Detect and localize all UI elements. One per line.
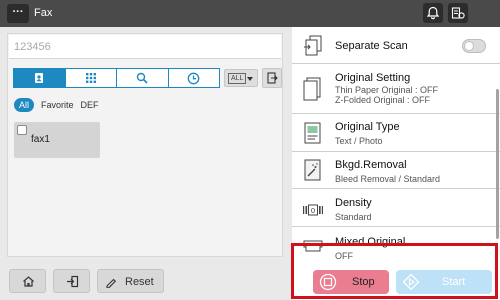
setting-bkgd-removal[interactable]: Bkgd.Removal Bleed Removal / Standard — [292, 152, 500, 189]
separate-scan-icon — [304, 35, 322, 56]
setting-title: Original Type — [335, 121, 400, 133]
start-icon — [402, 273, 420, 291]
dropdown-label: ALL — [228, 73, 247, 84]
start-button[interactable]: Start — [396, 270, 492, 294]
original-setting-icon — [303, 77, 321, 101]
menu-button[interactable]: ··· — [7, 4, 29, 23]
bell-icon[interactable] — [423, 3, 443, 23]
destination-name: fax1 — [31, 134, 50, 145]
reset-label: Reset — [125, 276, 154, 288]
tab-keypad[interactable] — [64, 69, 117, 87]
keypad-icon — [85, 73, 96, 83]
exit-button[interactable] — [53, 269, 90, 293]
svg-text:0: 0 — [311, 207, 315, 215]
toggle-knob — [464, 41, 474, 51]
filter-all[interactable]: All — [14, 98, 35, 112]
background-removal-icon — [304, 159, 321, 181]
setting-original-type[interactable]: Original Type Text / Photo — [292, 114, 500, 152]
register-destination-button[interactable] — [262, 68, 282, 88]
exit-icon — [67, 275, 79, 288]
start-label: Start — [442, 276, 466, 288]
register-destination-icon — [267, 72, 278, 84]
setting-detail: Text / Photo — [335, 136, 383, 146]
destination-tabs — [13, 68, 220, 88]
setting-original-setting[interactable]: Original Setting Thin Paper Original : O… — [292, 64, 500, 114]
address-book-icon — [35, 73, 44, 83]
original-type-icon — [304, 122, 321, 144]
setting-title: Density — [335, 197, 372, 209]
destination-panel: 123456 ALL All Favorite DEF fax1 — [7, 33, 283, 257]
history-icon — [187, 72, 200, 84]
reset-button[interactable]: Reset — [97, 269, 164, 293]
title-bar: ··· Fax — [0, 0, 500, 27]
stop-icon — [319, 273, 337, 291]
setting-density[interactable]: 0 Density Standard — [292, 189, 500, 227]
device-status-icon[interactable] — [448, 3, 468, 23]
filter-def[interactable]: DEF — [81, 100, 99, 110]
setting-detail: Bleed Removal / Standard — [335, 174, 441, 184]
type-dropdown[interactable]: ALL — [224, 69, 258, 87]
home-icon — [23, 276, 34, 287]
tab-history[interactable] — [167, 69, 220, 87]
filter-favorite[interactable]: Favorite — [41, 100, 74, 110]
tab-address-book[interactable] — [14, 69, 65, 87]
destination-input[interactable]: 123456 — [9, 35, 281, 59]
destination-card[interactable]: fax1 — [14, 122, 100, 158]
stop-button[interactable]: Stop — [313, 270, 389, 294]
app-title: Fax — [34, 7, 53, 19]
density-icon: 0 — [303, 204, 323, 216]
tab-search[interactable] — [116, 69, 168, 87]
destination-checkbox[interactable] — [17, 125, 27, 135]
chevron-down-icon — [247, 77, 253, 81]
setting-title: Bkgd.Removal — [335, 159, 407, 171]
setting-title: Original Setting — [335, 72, 411, 84]
search-icon — [137, 72, 148, 84]
filter-row: All Favorite DEF — [14, 98, 99, 112]
reset-icon — [106, 278, 117, 288]
setting-detail: Standard — [335, 212, 372, 222]
setting-detail: Thin Paper Original : OFF — [335, 85, 439, 95]
setting-title: Separate Scan — [335, 40, 408, 52]
settings-scrollbar[interactable] — [496, 89, 499, 239]
home-button[interactable] — [9, 269, 46, 293]
stop-label: Stop — [352, 276, 375, 288]
separate-scan-toggle[interactable] — [462, 39, 486, 53]
setting-detail: Z-Folded Original : OFF — [335, 95, 431, 105]
setting-separate-scan[interactable]: Separate Scan — [292, 27, 500, 64]
